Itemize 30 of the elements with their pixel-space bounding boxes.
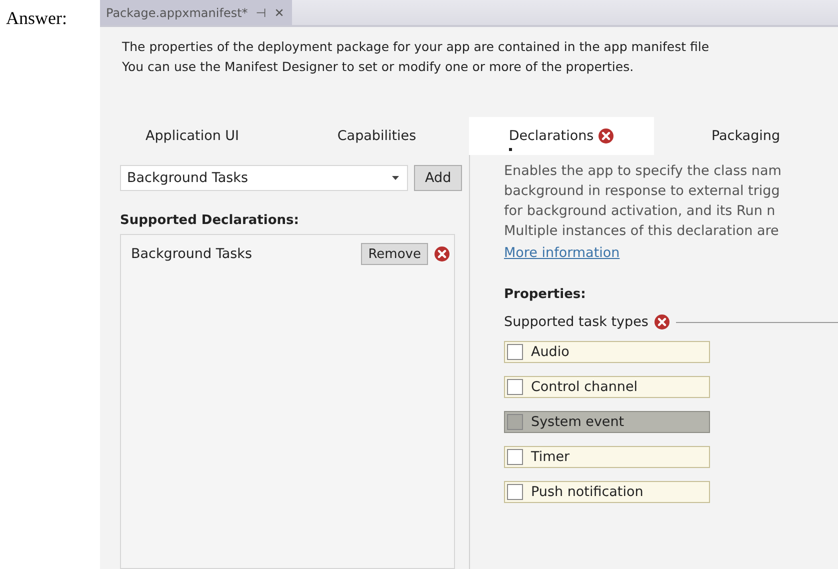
pin-icon[interactable]: ⊣: [256, 6, 266, 20]
description-text: for background activation, and its Run n: [504, 202, 776, 221]
document-tab[interactable]: Package.appxmanifest* ⊣ ✕: [100, 0, 292, 25]
task-type-checkbox[interactable]: Control channel: [504, 376, 710, 398]
more-information-link[interactable]: More information: [504, 245, 620, 261]
close-icon[interactable]: ✕: [274, 6, 284, 20]
declaration-dropdown[interactable]: Background Tasks: [120, 165, 408, 191]
intro-text: The properties of the deployment package for your app are contained in the app manifest file: [122, 38, 710, 56]
checkbox[interactable]: [507, 449, 523, 465]
tab[interactable]: Declarations: [469, 117, 654, 155]
checkbox[interactable]: [507, 484, 523, 500]
checkbox[interactable]: [507, 414, 523, 430]
task-type-checkbox[interactable]: Audio: [504, 341, 710, 363]
description-text: background in response to external trigg: [504, 182, 781, 201]
checkbox[interactable]: [507, 344, 523, 360]
task-type-checkbox[interactable]: Timer: [504, 446, 710, 468]
section-heading: Properties:: [504, 287, 587, 302]
intro-text: You can use the Manifest Designer to set or modify one or more of the properties.: [122, 58, 635, 76]
checkbox[interactable]: [507, 379, 523, 395]
list-item[interactable]: Background Tasks: [131, 246, 252, 262]
task-type-checkbox[interactable]: Push notification: [504, 481, 710, 503]
add-button[interactable]: Add: [414, 165, 462, 191]
remove-button[interactable]: Remove: [361, 243, 428, 265]
description-text: Multiple instances of this declaration are: [504, 222, 780, 241]
description-text: Enables the app to specify the class nam: [504, 162, 782, 181]
dropdown-caret-icon[interactable]: [392, 176, 399, 180]
task-type-checkbox[interactable]: System event: [504, 411, 710, 433]
group-label: Supported task types: [504, 314, 648, 330]
section-heading: Supported Declarations:: [120, 213, 300, 228]
answer-label: Answer:: [5, 7, 68, 30]
